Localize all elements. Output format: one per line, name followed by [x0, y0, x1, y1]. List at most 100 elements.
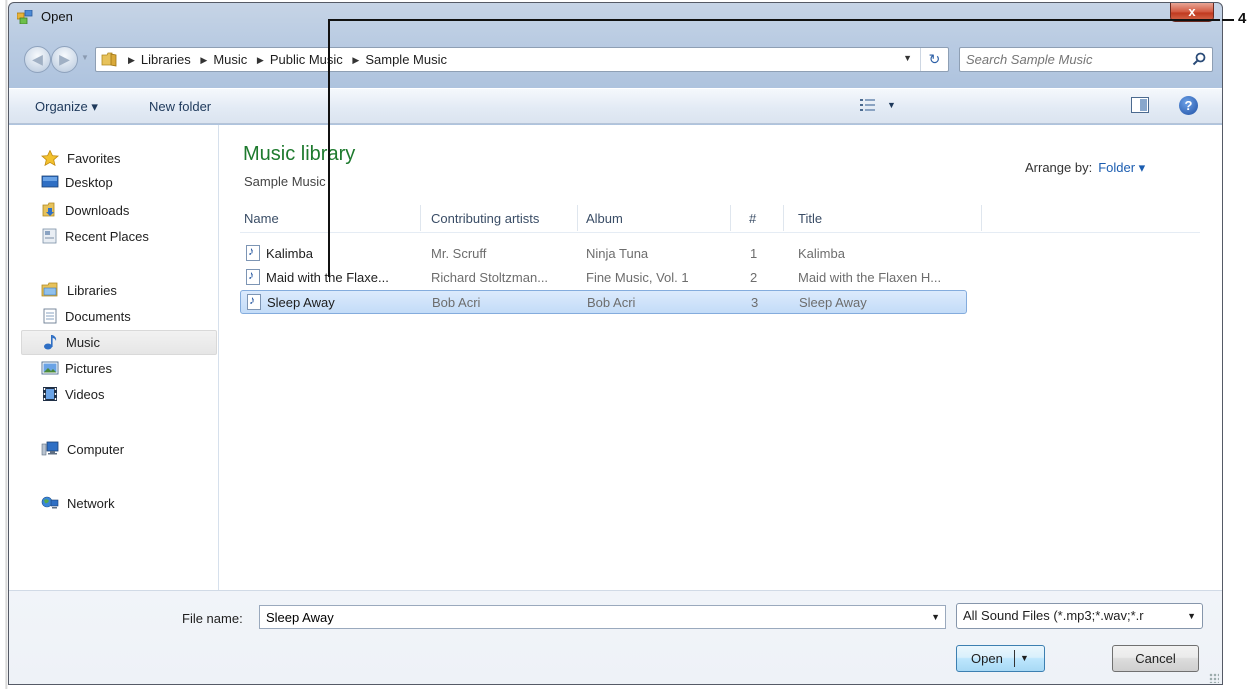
file-artist: Bob Acri [432, 295, 481, 310]
column-divider[interactable] [730, 205, 731, 231]
forward-button[interactable]: ▶ [51, 46, 78, 73]
sidebar-item-label: Recent Places [65, 229, 149, 244]
sidebar-item-label: Favorites [67, 151, 121, 166]
dialog-app-icon [17, 10, 33, 24]
open-options-dropdown-icon[interactable]: ▼ [1020, 646, 1029, 671]
cancel-button[interactable]: Cancel [1112, 645, 1199, 672]
arrange-by-dropdown[interactable]: Folder ▾ [1098, 160, 1145, 175]
column-header-track-number[interactable]: # [749, 211, 756, 226]
sidebar-item-music[interactable]: Music [21, 330, 217, 355]
sidebar-item-favorites[interactable]: Favorites [21, 147, 217, 172]
new-folder-button[interactable]: New folder [149, 99, 211, 114]
chevron-right-icon: ▶ [352, 55, 360, 65]
table-row[interactable]: Kalimba Mr. Scruff Ninja Tuna 1 Kalimba [240, 242, 967, 266]
file-type-select[interactable]: All Sound Files (*.mp3;*.wav;*.r ▼ [956, 603, 1203, 629]
sidebar-item-label: Pictures [65, 361, 112, 376]
view-options-dropdown-icon[interactable]: ▼ [887, 100, 896, 110]
callout-number: 4 [1238, 10, 1247, 27]
search-field[interactable] [959, 47, 1213, 72]
column-header-name[interactable]: Name [244, 211, 279, 226]
address-bar[interactable]: ▶ Libraries ▶ Music ▶ Public Music ▶ Sample … [95, 47, 949, 72]
file-album: Fine Music, Vol. 1 [586, 270, 689, 285]
file-name-input[interactable] [264, 609, 904, 626]
recent-locations-dropdown-icon[interactable]: ▼ [81, 53, 89, 62]
column-header-contributing-artists[interactable]: Contributing artists [431, 211, 539, 226]
pictures-icon [41, 361, 59, 375]
audio-file-icon [246, 244, 260, 261]
arrange-by: Arrange by: Folder ▾ [1025, 160, 1145, 176]
page-edge [0, 0, 8, 689]
organize-button[interactable]: Organize ▾ [35, 99, 98, 115]
open-dialog: Open x ◀ ▶ ▼ ▶ Libraries ▶ Music ▶ Public M… [8, 2, 1223, 685]
sidebar-item-label: Documents [65, 309, 131, 324]
resize-grip-icon[interactable] [1209, 673, 1219, 683]
network-icon [41, 496, 59, 509]
breadcrumb-music[interactable]: Music [213, 52, 247, 67]
sidebar-item-label: Desktop [65, 175, 113, 190]
refresh-button[interactable]: ↻ [920, 48, 948, 71]
table-row[interactable]: Maid with the Flaxe... Richard Stoltzman… [240, 266, 967, 290]
help-icon[interactable]: ? [1179, 96, 1198, 115]
computer-icon [41, 441, 59, 456]
file-title: Sleep Away [799, 295, 867, 310]
chevron-right-icon: ▶ [200, 55, 208, 65]
chevron-down-icon[interactable]: ▼ [931, 612, 940, 622]
preview-pane-icon[interactable] [1131, 97, 1149, 113]
videos-icon [43, 387, 57, 401]
file-name: Kalimba [266, 246, 313, 261]
file-title: Maid with the Flaxen H... [798, 270, 942, 285]
open-button-label: Open [971, 651, 1003, 666]
callout-line [328, 19, 1220, 21]
audio-file-icon [246, 268, 260, 285]
breadcrumb-libraries[interactable]: Libraries [141, 52, 191, 67]
chevron-down-icon[interactable]: ▼ [1187, 611, 1196, 621]
back-button[interactable]: ◀ [24, 46, 51, 73]
column-divider[interactable] [783, 205, 784, 231]
sidebar-item-documents[interactable]: Documents [21, 305, 217, 330]
sidebar-item-pictures[interactable]: Pictures [21, 357, 217, 382]
folder-icon [101, 52, 117, 67]
arrange-by-label: Arrange by: [1025, 160, 1093, 175]
column-divider[interactable] [981, 205, 982, 231]
breadcrumb: ▶ Libraries ▶ Music ▶ Public Music ▶ Sample … [122, 52, 447, 67]
libraries-icon [41, 282, 58, 297]
sidebar-item-downloads[interactable]: Downloads [21, 199, 217, 224]
downloads-icon [42, 202, 55, 217]
change-view-icon[interactable] [859, 97, 877, 113]
breadcrumb-sample-music[interactable]: Sample Music [365, 52, 447, 67]
column-divider[interactable] [420, 205, 421, 231]
search-icon[interactable] [1192, 52, 1206, 66]
library-subtitle: Sample Music [244, 174, 326, 189]
sidebar-item-videos[interactable]: Videos [21, 383, 217, 408]
file-track: 1 [750, 246, 758, 261]
sidebar-item-desktop[interactable]: Desktop [21, 171, 217, 196]
file-list-pane: Music library Sample Music Arrange by: Fo… [220, 125, 1222, 590]
sidebar-item-libraries[interactable]: Libraries [21, 279, 217, 304]
command-bar: Organize ▾ New folder ▼ ? [9, 88, 1222, 124]
file-name-panel: File name: ▼ All Sound Files (*.mp3;*.wa… [9, 590, 1222, 684]
audio-file-icon [247, 293, 261, 310]
content-area: Favorites Desktop Downloads Recent Place… [9, 125, 1222, 590]
file-name-combobox[interactable]: ▼ [259, 605, 946, 629]
file-artist: Mr. Scruff [431, 246, 487, 261]
column-header-album[interactable]: Album [586, 211, 623, 226]
column-header-title[interactable]: Title [798, 211, 822, 226]
search-input[interactable] [964, 50, 1184, 69]
window-title: Open [41, 9, 73, 24]
callout-line [328, 19, 330, 277]
address-dropdown-icon[interactable]: ▼ [903, 53, 912, 63]
file-title: Kalimba [798, 246, 845, 261]
sidebar-item-label: Downloads [65, 203, 130, 218]
table-row-selected[interactable]: Sleep Away Bob Acri Bob Acri 3 Sleep Awa… [240, 290, 967, 314]
open-button[interactable]: Open ▼ [956, 645, 1045, 672]
breadcrumb-public-music[interactable]: Public Music [270, 52, 343, 67]
library-title: Music library [243, 143, 356, 165]
column-divider[interactable] [577, 205, 578, 231]
sidebar-item-recent-places[interactable]: Recent Places [21, 225, 217, 250]
sidebar-item-computer[interactable]: Computer [21, 438, 217, 463]
chevron-right-icon: ▶ [256, 55, 264, 65]
file-type-value: All Sound Files (*.mp3;*.wav;*.r [963, 608, 1144, 623]
title-bar: Open x [9, 3, 1222, 31]
documents-icon [43, 308, 57, 324]
sidebar-item-network[interactable]: Network [21, 492, 217, 517]
